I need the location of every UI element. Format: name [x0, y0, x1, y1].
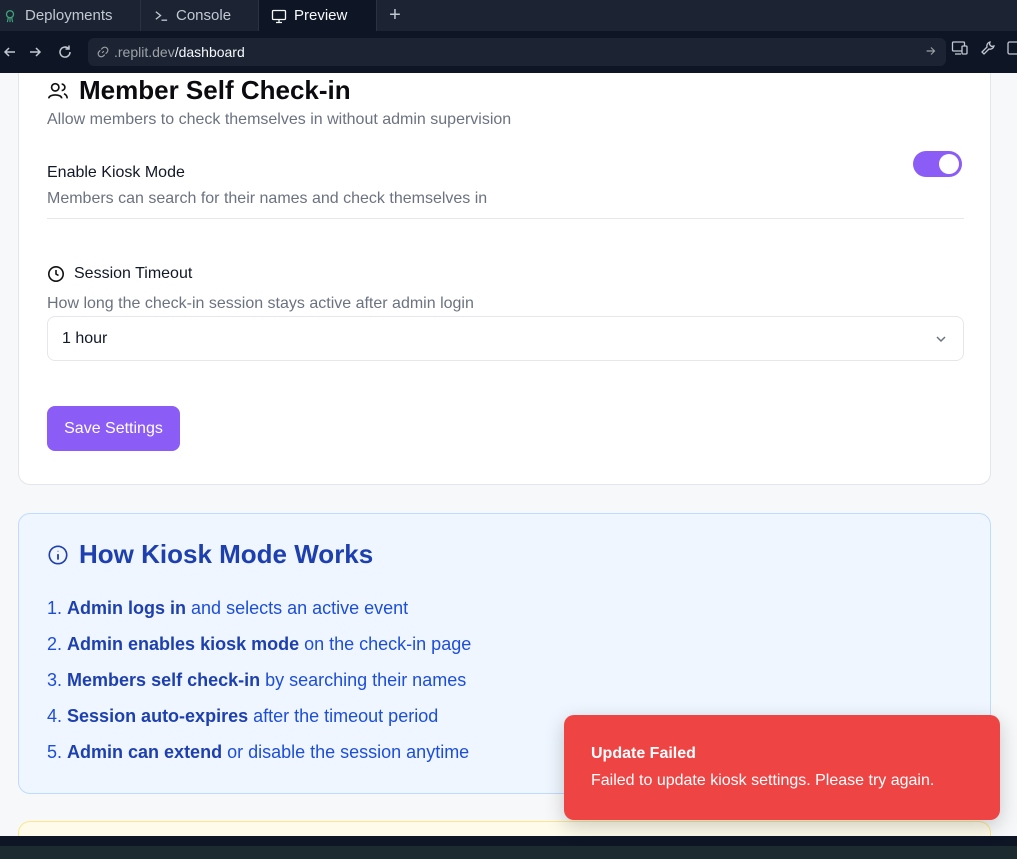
- tab-deployments[interactable]: Deployments: [0, 0, 141, 31]
- session-timeout-label: Session Timeout: [47, 265, 192, 283]
- error-toast[interactable]: Update Failed Failed to update kiosk set…: [564, 715, 1000, 820]
- tab-label: Console: [176, 7, 232, 24]
- monitor-icon: [271, 8, 287, 24]
- card-subtitle: Allow members to check themselves in wit…: [47, 111, 512, 128]
- wrench-icon[interactable]: [979, 39, 997, 62]
- browser-url-bar: .replit.dev/dashboard: [0, 31, 1017, 73]
- info-card-title-text: How Kiosk Mode Works: [79, 539, 374, 569]
- url-path: /dashboard: [174, 44, 245, 60]
- reload-icon: [59, 45, 71, 58]
- toggle-knob: [939, 154, 959, 174]
- tab-label: Deployments: [25, 7, 113, 24]
- warning-card: [18, 821, 991, 836]
- chevron-down-icon: [933, 331, 949, 352]
- users-icon: [48, 82, 68, 99]
- session-timeout-description: How long the check-in session stays acti…: [47, 295, 474, 312]
- tab-label: Preview: [294, 7, 348, 24]
- tab-console[interactable]: Console: [141, 0, 259, 31]
- url-host: .replit.dev: [114, 44, 175, 60]
- kiosk-mode-toggle[interactable]: [913, 151, 962, 177]
- list-item: 1. Admin logs in and selects an active e…: [47, 598, 409, 618]
- browser-tools: [951, 39, 1017, 62]
- info-icon: [48, 544, 68, 565]
- steps-list: 1. Admin logs in and selects an active e…: [47, 596, 471, 776]
- kiosk-mode-label: Enable Kiosk Mode: [47, 164, 185, 181]
- bottom-strip: [0, 836, 1017, 859]
- toast-title: Update Failed: [591, 745, 696, 762]
- divider: [47, 218, 964, 219]
- toast-message: Failed to update kiosk settings. Please …: [591, 772, 935, 789]
- clock-icon: [48, 266, 64, 282]
- tab-preview[interactable]: Preview: [259, 0, 377, 31]
- card-title-text: Member Self Check-in: [79, 75, 351, 105]
- panel-icon[interactable]: [1007, 39, 1017, 62]
- list-item: 3. Members self check-in by searching th…: [47, 670, 467, 690]
- arrow-right-icon: [30, 47, 42, 57]
- self-checkin-card: Member Self Check-in Allow members to ch…: [18, 73, 991, 485]
- link-icon: [97, 46, 109, 58]
- url-input[interactable]: .replit.dev/dashboard: [88, 38, 946, 66]
- reload-button[interactable]: [50, 37, 80, 67]
- status-bar: [0, 846, 1017, 859]
- go-icon[interactable]: [924, 44, 938, 61]
- kiosk-mode-description: Members can search for their names and c…: [47, 190, 488, 207]
- plus-icon: +: [389, 4, 401, 26]
- session-timeout-text: Session Timeout: [74, 265, 193, 282]
- save-settings-button[interactable]: Save Settings: [47, 406, 180, 451]
- list-item: 4. Session auto-expires after the timeou…: [47, 706, 439, 726]
- back-button[interactable]: [0, 37, 20, 67]
- list-item: 5. Admin can extend or disable the sessi…: [47, 742, 470, 762]
- arrow-left-icon: [3, 47, 15, 57]
- ide-tab-bar: Deployments Console Preview +: [0, 0, 1017, 31]
- session-timeout-select[interactable]: 1 hour: [47, 316, 964, 361]
- list-item: 2. Admin enables kiosk mode on the check…: [47, 634, 472, 654]
- select-value: 1 hour: [62, 329, 108, 347]
- forward-button[interactable]: [20, 37, 50, 67]
- devices-icon[interactable]: [951, 39, 969, 62]
- deployments-icon: [2, 8, 18, 24]
- terminal-icon: [153, 8, 169, 24]
- info-card-title: How Kiosk Mode Works: [47, 539, 373, 570]
- add-tab-button[interactable]: +: [377, 0, 413, 31]
- card-title: Member Self Check-in: [47, 75, 351, 106]
